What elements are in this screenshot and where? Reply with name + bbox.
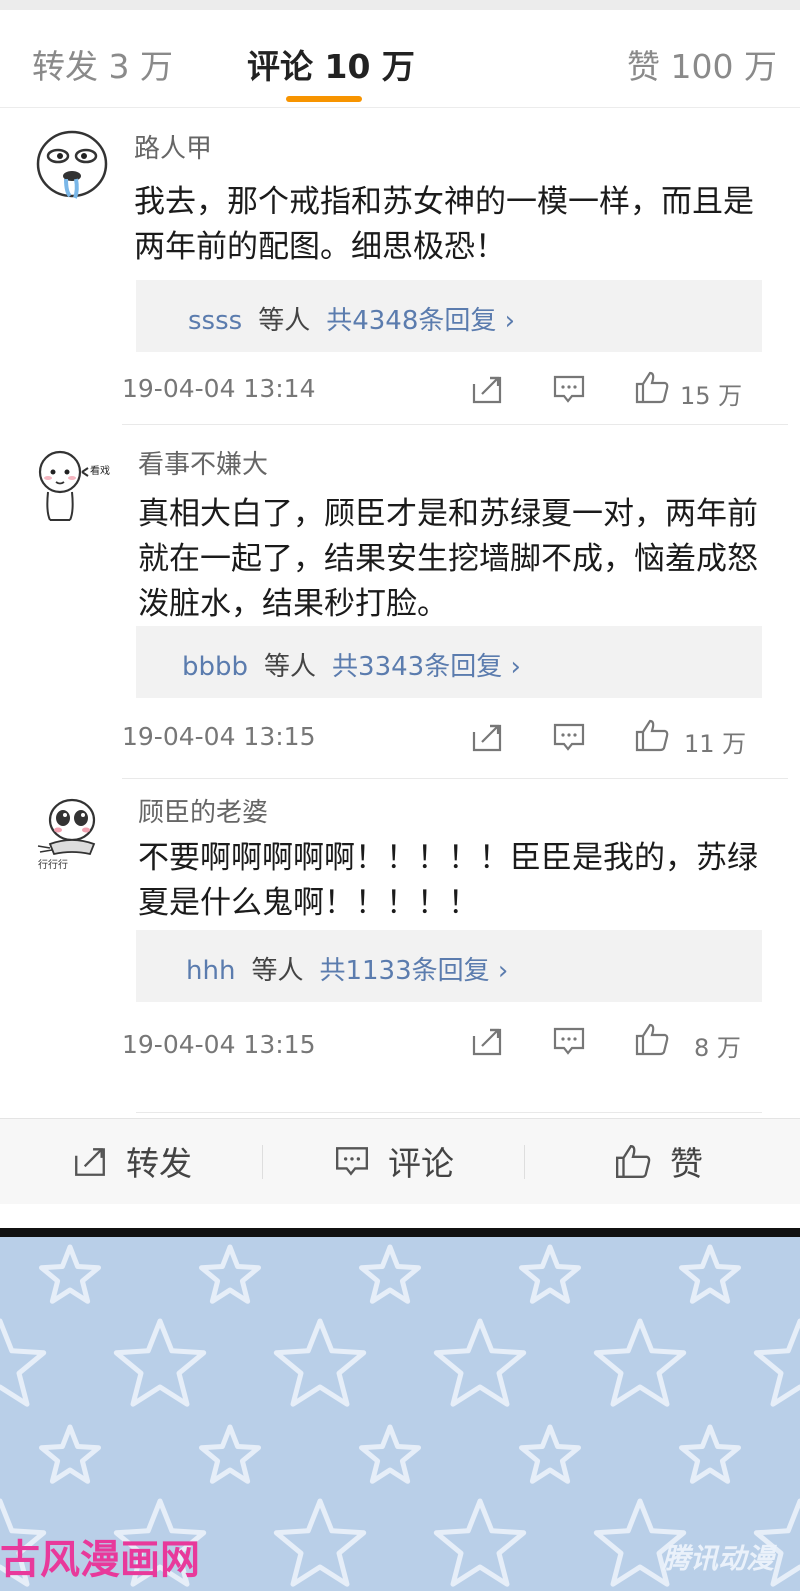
reply-summary-line: bbbb 等人 共3343条回复 › xyxy=(182,646,521,683)
like-button[interactable]: 赞 xyxy=(614,1141,703,1183)
share-icon[interactable] xyxy=(470,722,504,752)
repost-label: 转发 xyxy=(126,1144,192,1183)
star-shape xyxy=(359,1244,421,1304)
divider xyxy=(136,1112,762,1113)
comment-text: 我去，那个戒指和苏女神的一模一样，而且是两年前的配图。细思极恐！ xyxy=(134,184,754,265)
star-shape xyxy=(199,1244,261,1304)
star-shape xyxy=(679,1244,741,1304)
comment-item: 路人甲 我去，那个戒指和苏女神的一模一样，而且是两年前的配图。细思极恐！ sss… xyxy=(0,108,800,426)
reply-count-link[interactable]: 共4348条回复 › xyxy=(326,306,515,336)
divider xyxy=(524,1145,525,1179)
top-strip xyxy=(0,0,800,10)
comment-icon xyxy=(336,1147,368,1176)
reply-others: 等人 xyxy=(264,652,317,682)
divider xyxy=(262,1145,263,1179)
thumbs-up-icon xyxy=(616,1145,651,1178)
star-shape xyxy=(519,1244,581,1304)
comment-username[interactable]: 路人甲 xyxy=(134,128,212,165)
comment-username[interactable]: 看事不嫌大 xyxy=(138,444,268,481)
star-shape xyxy=(273,1318,367,1407)
comment-item: 行行行 顾臣的老婆 不要啊啊啊啊啊！！！！！臣臣是我的，苏绿夏是什么鬼啊！！！！… xyxy=(0,778,800,1113)
reply-summary[interactable]: hhh 等人 共1133条回复 › xyxy=(136,930,762,1002)
tab-repost[interactable]: 转发 3 万 xyxy=(32,40,173,88)
divider xyxy=(122,424,788,425)
like-label: 赞 xyxy=(670,1144,703,1183)
reply-summary-line: hhh 等人 共1133条回复 › xyxy=(186,950,508,987)
drooling-face-icon[interactable] xyxy=(30,124,114,208)
like-count: 15 万 xyxy=(680,382,743,410)
panel-border xyxy=(0,1228,800,1237)
reply-summary-line: ssss 等人 共4348条回复 › xyxy=(188,300,515,337)
like-count: 11 万 xyxy=(684,730,747,758)
comment-text: 不要啊啊啊啊啊！！！！！臣臣是我的，苏绿夏是什么鬼啊！！！！！ xyxy=(138,840,758,921)
comment-button[interactable]: 评论 xyxy=(334,1141,454,1183)
like-count: 8 万 xyxy=(694,1034,741,1062)
comment-icon[interactable] xyxy=(552,722,586,752)
comment-label: 评论 xyxy=(388,1144,454,1183)
star-shape xyxy=(433,1318,527,1407)
star-shape xyxy=(199,1424,261,1484)
tab-comment[interactable]: 评论 10 万 xyxy=(247,40,415,88)
comment-icon[interactable] xyxy=(552,1026,586,1056)
watching-show-face-icon[interactable]: 看戏 xyxy=(26,442,110,526)
star-shape xyxy=(593,1318,687,1407)
comment-timestamp: 19-04-04 13:15 xyxy=(122,1030,316,1059)
active-tab-indicator xyxy=(286,96,362,102)
avatar-caption: 行行行 xyxy=(38,858,68,871)
thumbs-up-icon[interactable] xyxy=(634,718,670,752)
tab-like[interactable]: 赞 100 万 xyxy=(627,40,777,88)
reply-summary[interactable]: bbbb 等人 共3343条回复 › xyxy=(136,626,762,698)
star-shape xyxy=(0,1318,47,1407)
star-shape xyxy=(273,1498,367,1587)
comment-icon[interactable] xyxy=(552,374,586,404)
comment-timestamp: 19-04-04 13:14 xyxy=(122,374,316,403)
star-pattern-panel: 古风漫画网 腾讯动漫 xyxy=(0,1237,800,1591)
star-shape xyxy=(519,1424,581,1484)
tab-bar: 转发 3 万 评论 10 万 赞 100 万 xyxy=(0,10,800,108)
comment-timestamp: 19-04-04 13:15 xyxy=(122,722,316,751)
star-shape xyxy=(433,1498,527,1587)
star-shape xyxy=(39,1244,101,1304)
share-icon[interactable] xyxy=(470,1026,504,1056)
crying-face-icon[interactable]: 行行行 xyxy=(30,788,114,872)
reply-others: 等人 xyxy=(251,956,304,986)
star-shape xyxy=(113,1318,207,1407)
publisher-watermark: 腾讯动漫 xyxy=(661,1542,774,1575)
reply-others: 等人 xyxy=(258,306,311,336)
reply-user[interactable]: hhh xyxy=(186,956,235,986)
star-shape xyxy=(359,1424,421,1484)
share-icon xyxy=(75,1148,105,1176)
reply-user[interactable]: ssss xyxy=(188,306,242,336)
star-shape xyxy=(39,1424,101,1484)
reply-user[interactable]: bbbb xyxy=(182,652,248,682)
thumbs-up-icon[interactable] xyxy=(634,370,670,404)
comment-username[interactable]: 顾臣的老婆 xyxy=(138,792,268,829)
avatar-caption: 看戏 xyxy=(90,464,110,477)
star-shape xyxy=(679,1424,741,1484)
share-icon[interactable] xyxy=(470,374,504,404)
reply-count-link[interactable]: 共3343条回复 › xyxy=(332,652,521,682)
reply-summary[interactable]: ssss 等人 共4348条回复 › xyxy=(136,280,762,352)
comment-item: 看戏 看事不嫌大 真相大白了，顾臣才是和苏绿夏一对，两年前就在一起了，结果安生挖… xyxy=(0,426,800,779)
bottom-action-bar: 转发 评论 赞 xyxy=(0,1118,800,1204)
site-watermark: 古风漫画网 xyxy=(0,1537,200,1583)
repost-button[interactable]: 转发 xyxy=(72,1141,192,1183)
star-shape xyxy=(753,1318,800,1407)
thumbs-up-icon[interactable] xyxy=(634,1022,670,1056)
comment-text: 真相大白了，顾臣才是和苏绿夏一对，两年前就在一起了，结果安生挖墙脚不成，恼羞成怒… xyxy=(138,496,758,622)
reply-count-link[interactable]: 共1133条回复 › xyxy=(319,956,508,986)
